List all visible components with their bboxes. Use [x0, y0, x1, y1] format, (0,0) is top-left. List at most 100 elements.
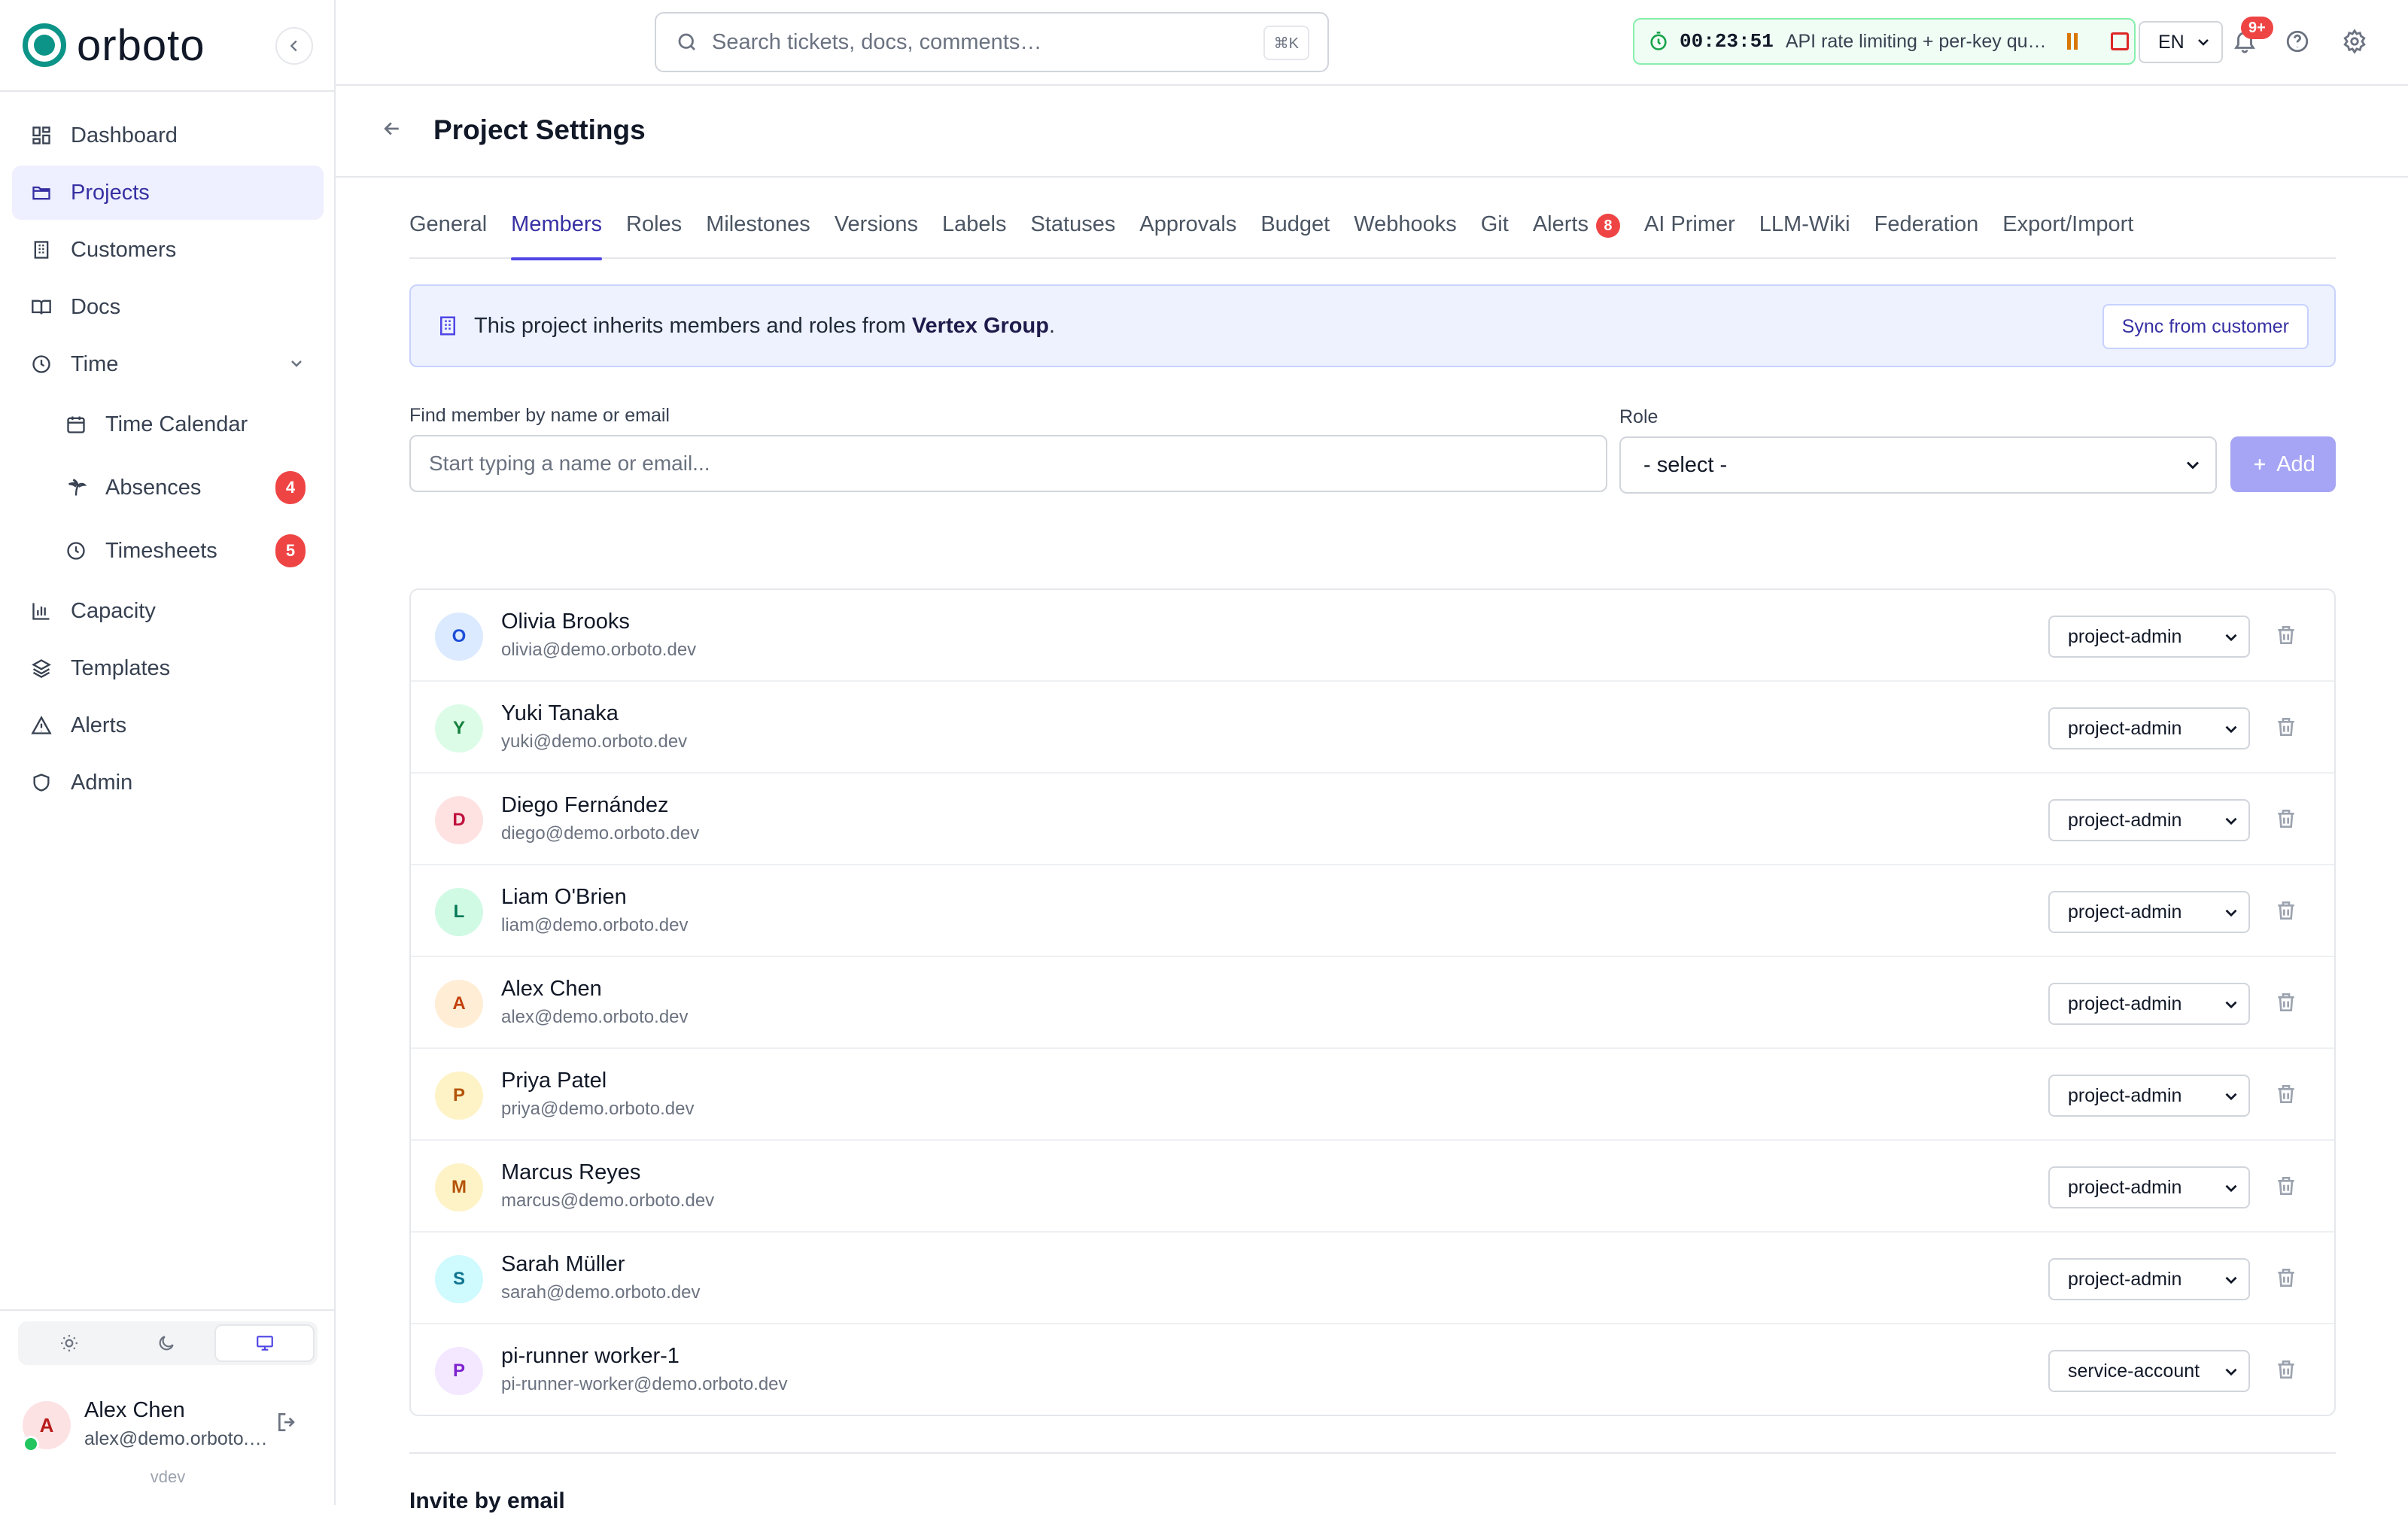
chevron-down-icon	[2221, 995, 2241, 1020]
tab-ai-primer[interactable]: AI Primer	[1644, 212, 1735, 259]
brand-name: orboto	[77, 20, 205, 70]
member-role-select[interactable]: project-admin	[2048, 891, 2250, 933]
sidebar-item-time[interactable]: Time	[12, 337, 324, 391]
invite-section-title: Invite by email	[409, 1488, 565, 1513]
sidebar-item-docs[interactable]: Docs	[12, 280, 324, 334]
sidebar-item-templates[interactable]: Templates	[12, 641, 324, 695]
member-role-value: service-account	[2068, 1360, 2200, 1382]
help-button[interactable]	[2285, 29, 2310, 60]
add-member-button[interactable]: Add	[2230, 436, 2336, 492]
role-label: Role	[1619, 406, 1659, 427]
remove-member-button[interactable]	[2274, 1082, 2298, 1112]
timer-task-title[interactable]: API rate limiting + per-key quotas	[1786, 31, 2049, 53]
arrow-left-icon	[384, 122, 399, 135]
tab-labels[interactable]: Labels	[942, 212, 1006, 259]
search-input[interactable]	[712, 29, 1254, 55]
member-email: pi-runner-worker@demo.orboto.dev	[501, 1374, 788, 1394]
member-email: liam@demo.orboto.dev	[501, 915, 689, 935]
tab-budget[interactable]: Budget	[1260, 212, 1330, 259]
theme-system-button[interactable]	[214, 1324, 315, 1362]
pause-timer-button[interactable]	[2066, 33, 2078, 50]
logout-icon	[278, 1413, 295, 1431]
avatar: Y	[435, 704, 483, 752]
remove-member-button[interactable]	[2274, 715, 2298, 745]
remove-member-button[interactable]	[2274, 1174, 2298, 1204]
member-row: P Priya Patel priya@demo.orboto.dev proj…	[411, 1049, 2334, 1141]
sync-from-customer-button[interactable]: Sync from customer	[2102, 304, 2309, 349]
theme-light-button[interactable]	[21, 1324, 118, 1362]
tab-milestones[interactable]: Milestones	[706, 212, 810, 259]
remove-member-button[interactable]	[2274, 1357, 2298, 1388]
member-name: Priya Patel	[501, 1069, 607, 1093]
member-role-select[interactable]: project-admin	[2048, 1166, 2250, 1208]
remove-member-button[interactable]	[2274, 990, 2298, 1020]
remove-member-button[interactable]	[2274, 807, 2298, 837]
member-email: priya@demo.orboto.dev	[501, 1099, 695, 1119]
chevron-down-icon	[2221, 628, 2241, 652]
sidebar-item-label: Templates	[71, 655, 171, 680]
user-card[interactable]: A Alex Chen alex@demo.orboto.dev	[23, 1397, 324, 1457]
sidebar: orboto Dashboard Projects Customers Docs…	[0, 0, 336, 1505]
member-role-value: project-admin	[2068, 1084, 2182, 1106]
sidebar-item-time-calendar[interactable]: Time Calendar	[12, 394, 324, 455]
sidebar-item-projects[interactable]: Projects	[12, 166, 324, 220]
tab-general[interactable]: General	[409, 212, 487, 259]
sidebar-item-customers[interactable]: Customers	[12, 223, 324, 277]
clock-icon	[30, 353, 53, 375]
remove-member-button[interactable]	[2274, 1266, 2298, 1296]
member-row: M Marcus Reyes marcus@demo.orboto.dev pr…	[411, 1141, 2334, 1233]
collapse-sidebar-button[interactable]	[275, 27, 313, 65]
member-role-select[interactable]: project-admin	[2048, 707, 2250, 749]
help-icon	[2286, 30, 2309, 53]
theme-dark-button[interactable]	[118, 1324, 215, 1362]
member-role-value: project-admin	[2068, 1176, 2182, 1198]
search-shortcut-hint: ⌘K	[1263, 26, 1309, 60]
member-role-select[interactable]: project-admin	[2048, 1258, 2250, 1300]
sidebar-item-label: Admin	[71, 770, 133, 795]
running-timer[interactable]: 00:23:51 API rate limiting + per-key quo…	[1633, 18, 2136, 65]
trash-icon	[2278, 626, 2294, 644]
remove-member-button[interactable]	[2274, 623, 2298, 653]
tab-federation[interactable]: Federation	[1874, 212, 1979, 259]
member-role-select[interactable]: project-admin	[2048, 983, 2250, 1025]
member-name: Liam O'Brien	[501, 885, 627, 909]
sidebar-item-absences[interactable]: Absences 4	[12, 458, 324, 518]
tab-llm-wiki[interactable]: LLM-Wiki	[1759, 212, 1850, 259]
global-search[interactable]: ⌘K	[655, 12, 1329, 72]
logout-button[interactable]	[275, 1410, 299, 1440]
plus-icon	[2254, 459, 2266, 470]
stop-timer-button[interactable]	[2110, 32, 2129, 50]
tab-export-import[interactable]: Export/Import	[2002, 212, 2133, 259]
find-member-input[interactable]	[409, 435, 1607, 492]
member-role-select[interactable]: project-admin	[2048, 1075, 2250, 1117]
tab-roles[interactable]: Roles	[626, 212, 682, 259]
sidebar-item-capacity[interactable]: Capacity	[12, 584, 324, 638]
building-icon	[440, 316, 455, 336]
sidebar-item-admin[interactable]: Admin	[12, 755, 324, 810]
member-role-select[interactable]: service-account	[2048, 1350, 2250, 1392]
sidebar-item-timesheets[interactable]: Timesheets 5	[12, 521, 324, 581]
member-role-select[interactable]: project-admin	[2048, 616, 2250, 658]
language-select[interactable]: EN	[2139, 21, 2223, 63]
sidebar-item-dashboard[interactable]: Dashboard	[12, 108, 324, 163]
tab-approvals[interactable]: Approvals	[1139, 212, 1236, 259]
settings-button[interactable]	[2342, 29, 2367, 60]
member-role-select[interactable]: project-admin	[2048, 799, 2250, 841]
sidebar-item-label: Dashboard	[71, 123, 178, 147]
tab-webhooks[interactable]: Webhooks	[1354, 212, 1457, 259]
tab-statuses[interactable]: Statuses	[1031, 212, 1116, 259]
remove-member-button[interactable]	[2274, 898, 2298, 929]
building-icon	[30, 239, 53, 261]
role-select[interactable]: - select -	[1619, 436, 2217, 494]
tab-alerts[interactable]: Alerts 8	[1533, 212, 1620, 259]
avatar: S	[435, 1255, 483, 1303]
brand[interactable]: orboto	[23, 20, 205, 70]
member-name: Sarah Müller	[501, 1252, 625, 1276]
tab-members[interactable]: Members	[511, 212, 602, 260]
sidebar-item-alerts[interactable]: Alerts	[12, 698, 324, 752]
user-name: Alex Chen	[84, 1398, 185, 1422]
tab-versions[interactable]: Versions	[835, 212, 918, 259]
sidebar-item-label: Projects	[71, 180, 150, 205]
tab-git[interactable]: Git	[1481, 212, 1509, 259]
back-button[interactable]	[381, 117, 403, 146]
